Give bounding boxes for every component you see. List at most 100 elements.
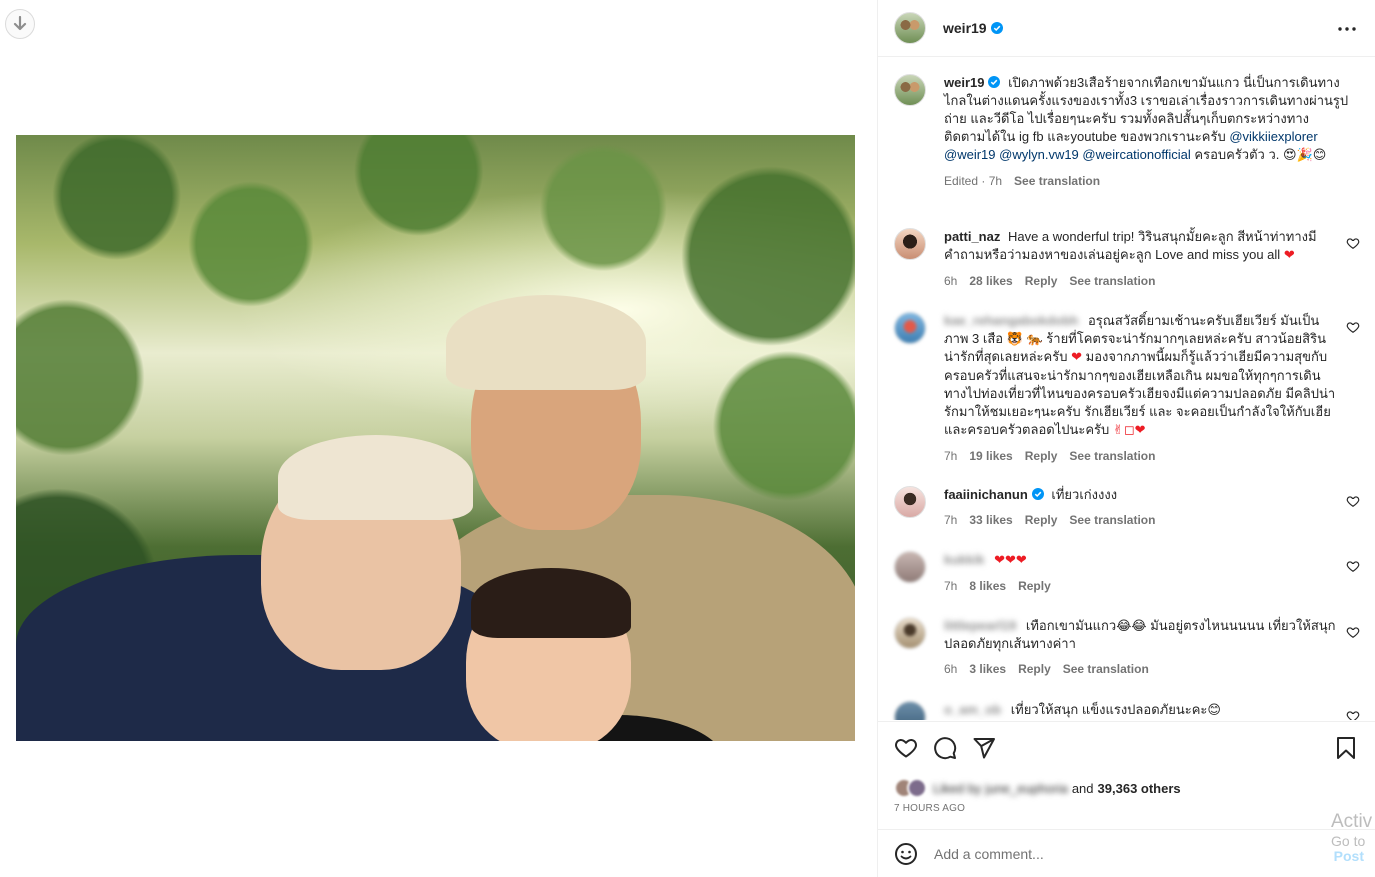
reply-button[interactable]: Reply <box>1018 660 1051 678</box>
likes-count[interactable]: 39,363 others <box>1098 781 1181 796</box>
post-photo[interactable] <box>16 135 855 741</box>
media-pane <box>0 0 877 877</box>
comment-text: เที่ยวให้สนุก แข็งแรงปลอดภัยนะคะ😊 <box>1010 702 1221 717</box>
like-comment-heart-icon[interactable] <box>1346 625 1360 639</box>
comment-likes[interactable]: 33 likes <box>969 511 1012 529</box>
like-button[interactable] <box>894 736 918 760</box>
caption-signoff: ครอบครัวตัว ว. <box>1194 147 1280 162</box>
comment-item: littlepearl19 เทือกเขามันแกว😂😂 มันอยู่ตร… <box>894 617 1360 678</box>
comment-button[interactable] <box>933 736 957 760</box>
comment-body: littlepearl19 เทือกเขามันแกว😂😂 มันอยู่ตร… <box>944 617 1360 678</box>
see-translation-link[interactable]: See translation <box>1069 511 1155 529</box>
comment-body: faaiinichanun เที่ยวเก่งงงง 7h 33 likes … <box>944 486 1360 529</box>
author-avatar[interactable] <box>894 12 926 44</box>
commenter-username[interactable]: o_am_ob <box>944 702 1001 717</box>
more-horizontal-icon <box>1338 27 1356 31</box>
comment-item: o_am_ob เที่ยวให้สนุก แข็งแรงปลอดภัยนะคะ… <box>894 701 1360 720</box>
comment-likes[interactable]: 28 likes <box>969 272 1012 290</box>
caption-username[interactable]: weir19 <box>944 75 1001 90</box>
comments-scroll-area[interactable]: weir19 เปิดภาพด้วย3เสือร้ายจากเทือกเขามั… <box>878 58 1375 720</box>
like-comment-heart-icon[interactable] <box>1346 494 1360 508</box>
comment-meta: 7h 8 likes Reply <box>944 577 1336 595</box>
comment-likes[interactable]: 3 likes <box>969 660 1006 678</box>
see-translation-link[interactable]: See translation <box>1014 172 1100 190</box>
reply-button[interactable]: Reply <box>1018 577 1051 595</box>
comment-item: kae_rehangabokdobh อรุณสวัสดิ์ยามเช้านะค… <box>894 312 1360 465</box>
comment-input[interactable] <box>934 846 1314 862</box>
see-translation-link[interactable]: See translation <box>1063 660 1149 678</box>
comment-time: 7h <box>944 579 958 593</box>
instagram-post-view: weir19 weir19 เปิดภาพด้วย3เสือร้ายจากเทื… <box>0 0 1375 877</box>
commenter-avatar[interactable] <box>894 486 926 518</box>
see-translation-link[interactable]: See translation <box>1069 272 1155 290</box>
commenter-avatar[interactable] <box>894 701 926 720</box>
like-comment-heart-icon[interactable] <box>1346 236 1360 250</box>
post-actions-section: Liked by june_euphoria and 39,363 others… <box>878 721 1375 877</box>
like-comment-heart-icon[interactable] <box>1346 559 1360 573</box>
mention-link[interactable]: @wylyn.vw19 <box>999 147 1079 162</box>
comment-item: patti_naz Have a wonderful trip! วิรินสน… <box>894 228 1360 290</box>
comment-time: 7h <box>944 449 958 463</box>
liker-avatars <box>894 778 927 798</box>
os-activation-watermark: Activ Go to <box>1331 811 1375 849</box>
commenter-avatar[interactable] <box>894 617 926 649</box>
post-side-panel: weir19 weir19 เปิดภาพด้วย3เสือร้ายจากเทื… <box>877 0 1375 877</box>
commenter-username[interactable]: faaiinichanun <box>944 487 1044 502</box>
emoji-smiley-icon[interactable] <box>894 842 918 866</box>
post-header: weir19 <box>878 0 1375 57</box>
caption-body: weir19 เปิดภาพด้วย3เสือร้ายจากเทือกเขามั… <box>944 74 1360 190</box>
author-username[interactable]: weir19 <box>943 20 1003 36</box>
caption-meta: Edited · 7h See translation <box>944 172 1352 190</box>
comment-body: patti_naz Have a wonderful trip! วิรินสน… <box>944 228 1360 290</box>
comment-body: kae_rehangabokdobh อรุณสวัสดิ์ยามเช้านะค… <box>944 312 1360 465</box>
comment-likes[interactable]: 8 likes <box>969 577 1006 595</box>
comment-time: 7h <box>944 513 958 527</box>
commenter-username[interactable]: patti_naz <box>944 229 1000 244</box>
reply-button[interactable]: Reply <box>1025 272 1058 290</box>
add-comment-bar: Post <box>878 829 1375 877</box>
reply-button[interactable]: Reply <box>1025 447 1058 465</box>
comment-item: kukkik ❤❤❤ 7h 8 likes Reply <box>894 551 1360 595</box>
mention-link[interactable]: @weir19 <box>944 147 996 162</box>
liked-by-username[interactable]: june_euphoria <box>985 781 1067 796</box>
commenter-avatar[interactable] <box>894 551 926 583</box>
more-options-button[interactable] <box>1334 16 1360 42</box>
comment-bubble-icon <box>934 737 957 760</box>
comment-meta: 7h 19 likes Reply See translation <box>944 447 1336 465</box>
comment-text: ❤❤❤ <box>994 553 1027 568</box>
comment-meta: 6h 3 likes Reply See translation <box>944 660 1336 678</box>
commenter-avatar[interactable] <box>894 312 926 344</box>
reply-button[interactable]: Reply <box>1025 511 1058 529</box>
download-arrow-icon <box>13 16 27 31</box>
mention-link[interactable]: @weircationofficial <box>1082 147 1190 162</box>
see-translation-link[interactable]: See translation <box>1069 447 1155 465</box>
commenter-avatar[interactable] <box>894 228 926 260</box>
comment-body: o_am_ob เที่ยวให้สนุก แข็งแรงปลอดภัยนะคะ… <box>944 701 1360 720</box>
commenter-username[interactable]: littlepearl19 <box>944 618 1016 633</box>
comment-time: 6h <box>944 274 958 288</box>
watermark-line-1: Activ <box>1331 811 1373 832</box>
post-time-ago[interactable]: 7 hours ago <box>894 803 965 814</box>
post-comment-button[interactable]: Post <box>1334 848 1364 864</box>
comment-likes[interactable]: 19 likes <box>969 447 1012 465</box>
mention-link[interactable]: @vikkiiexplorer <box>1229 129 1317 144</box>
photo-woman-cap <box>278 435 473 520</box>
download-button[interactable] <box>5 9 35 39</box>
like-comment-heart-icon[interactable] <box>1346 709 1360 720</box>
comment-body: kukkik ❤❤❤ 7h 8 likes Reply <box>944 551 1360 595</box>
verified-badge-icon <box>988 76 1001 88</box>
share-button[interactable] <box>972 736 996 760</box>
likes-summary[interactable]: Liked by june_euphoria and 39,363 others <box>894 778 1181 798</box>
heart-emoji: ❤ <box>1283 248 1295 263</box>
commenter-username[interactable]: kukkik <box>944 552 984 567</box>
save-button[interactable] <box>1334 736 1358 760</box>
comment-meta: 7h 33 likes Reply See translation <box>944 511 1336 529</box>
photo-man-cap <box>446 295 646 390</box>
caption-emojis: 😍🎉😊 <box>1283 148 1327 163</box>
action-icons <box>894 736 996 760</box>
commenter-username[interactable]: kae_rehangabokdobh <box>944 313 1078 328</box>
paper-plane-icon <box>973 738 995 759</box>
caption-author-avatar[interactable] <box>894 74 926 106</box>
caption: weir19 เปิดภาพด้วย3เสือร้ายจากเทือกเขามั… <box>894 74 1360 190</box>
like-comment-heart-icon[interactable] <box>1346 320 1360 334</box>
